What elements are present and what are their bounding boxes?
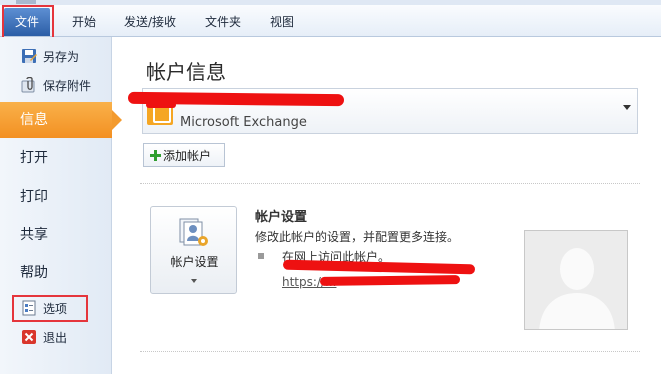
redaction-mark — [319, 275, 461, 286]
section-divider — [140, 183, 640, 184]
nav-exit-label: 退出 — [43, 330, 68, 345]
tab-send-receive[interactable]: 发送/接收 — [124, 9, 176, 35]
quick-access-bar — [0, 0, 661, 5]
options-highlight — [12, 295, 88, 322]
nav-info-pointer — [112, 110, 122, 130]
account-settings-title: 帐户设置 — [255, 210, 308, 225]
exit-icon — [22, 330, 36, 344]
paperclip-icon — [21, 77, 35, 93]
save-as-icon — [22, 49, 37, 63]
nav-help[interactable]: 帮助 — [0, 255, 112, 291]
plus-icon — [150, 149, 161, 161]
account-settings-description: 修改此帐户的设置，并配置更多连接。 — [255, 230, 460, 244]
section-divider — [140, 351, 640, 352]
nav-save-attachments[interactable]: 保存附件 — [0, 73, 112, 97]
chevron-down-icon[interactable] — [623, 105, 631, 110]
nav-info[interactable]: 信息 — [0, 102, 122, 138]
nav-print[interactable]: 打印 — [0, 179, 112, 215]
nav-save-as-label: 另存为 — [43, 49, 80, 64]
nav-exit[interactable]: 退出 — [0, 325, 112, 349]
user-photo — [524, 230, 628, 330]
nav-save-as[interactable]: 另存为 — [0, 44, 112, 68]
redaction-mark — [282, 259, 476, 275]
ribbon-tab-bar: 文件 开始 发送/接收 文件夹 视图 — [0, 0, 661, 37]
tab-home[interactable]: 开始 — [72, 9, 96, 35]
quick-access-icon[interactable] — [16, 0, 36, 4]
bullet-icon — [258, 253, 264, 259]
file-tab-highlight — [2, 5, 54, 39]
nav-info-label: 信息 — [20, 112, 48, 128]
nav-share[interactable]: 共享 — [0, 217, 112, 253]
redaction-mark — [146, 102, 176, 108]
user-silhouette-icon — [525, 231, 627, 329]
account-settings-icon — [179, 218, 208, 246]
nav-open[interactable]: 打开 — [0, 140, 112, 176]
account-settings-button-label: 帐户设置 — [170, 255, 219, 269]
page-title: 帐户信息 — [146, 60, 226, 84]
tab-folder[interactable]: 文件夹 — [205, 9, 241, 35]
add-account-label: 添加帐户 — [163, 148, 212, 163]
dropdown-arrow-icon — [191, 279, 197, 283]
nav-save-attachments-label: 保存附件 — [43, 78, 92, 93]
account-type: Microsoft Exchange — [180, 115, 307, 130]
nav-info-highlight — [0, 102, 112, 138]
account-settings-button[interactable]: 帐户设置 — [150, 206, 237, 294]
add-account-button[interactable]: 添加帐户 — [143, 143, 225, 167]
tab-view[interactable]: 视图 — [270, 9, 294, 35]
